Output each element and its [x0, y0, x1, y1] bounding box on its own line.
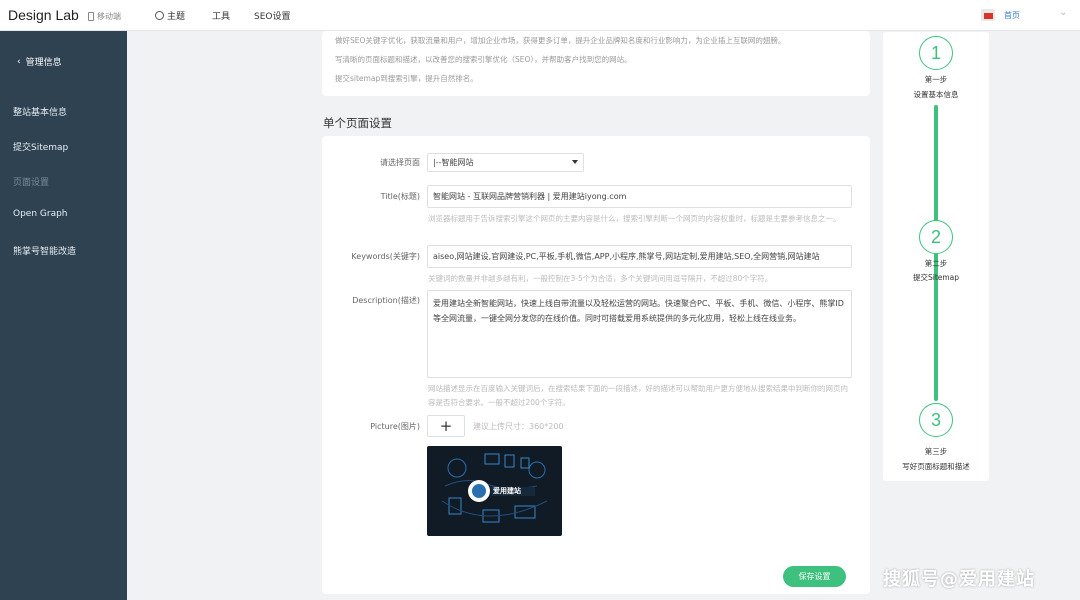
title-label: Title(标题) — [380, 192, 420, 201]
save-button[interactable]: 保存设置 — [783, 566, 846, 587]
chevron-down-icon[interactable]: ⌄ — [1059, 7, 1067, 18]
picture-label: Picture(图片) — [370, 422, 420, 431]
back-button[interactable]: ‹ 管理信息 — [17, 55, 62, 69]
nav-tools-label: 工具 — [212, 12, 231, 22]
keywords-label: Keywords(关键字) — [351, 252, 420, 261]
title-hint: 浏览器标题用于告诉搜索引擎这个网页的主要内容是什么，搜索引擎判断一个网页的内容权… — [428, 214, 841, 223]
preview-brand: 爱用建站 — [493, 487, 521, 495]
step-1-label: 第一步 — [924, 75, 948, 84]
intro-card: 做好SEO关键字优化，获取流量和用户，增加企业市场，获得更多订单，提升企业品牌知… — [322, 31, 870, 96]
nav-seo[interactable]: SEO设置 — [254, 9, 290, 22]
step-connector — [934, 105, 938, 222]
sidebar-item-open-graph[interactable]: Open Graph — [13, 209, 68, 219]
sidebar: ‹ 管理信息 整站基本信息 提交Sitemap 页面设置 Open Graph … — [0, 31, 127, 600]
nav-tools[interactable]: 工具 — [212, 9, 230, 22]
watermark: 搜狐号@爱用建站 — [883, 569, 1035, 590]
intro-line: 提交sitemap到搜索引擎，提升自然排名。 — [335, 74, 478, 83]
step-3-text: 写好页面标题和描述 — [902, 462, 970, 471]
intro-line: 写清晰的页面标题和描述，以改善您的搜索引擎优化（SEO），并帮助客户找到您的网站… — [335, 55, 632, 64]
step-2-circle: 2 — [919, 220, 953, 254]
chevron-left-icon: ‹ — [17, 56, 21, 67]
keywords-input[interactable]: aiseo,网站建设,官网建设,PC,平板,手机,微信,APP,小程序,熊掌号,… — [427, 245, 852, 268]
description-label: Description(描述) — [352, 296, 420, 305]
intro-line: 做好SEO关键字优化，获取流量和用户，增加企业市场，获得更多订单，提升企业品牌知… — [335, 36, 786, 45]
step-2-label: 第二步 — [924, 259, 948, 268]
preview-image[interactable]: 爱用建站 — [427, 446, 562, 536]
nav-seo-label: SEO设置 — [254, 12, 291, 22]
nav-theme-label: 主题 — [167, 12, 186, 22]
description-textarea[interactable]: 爱用建站全新智能网站，快速上线自带流量以及轻松运营的网站。快速聚合PC、平板、手… — [427, 290, 852, 378]
sidebar-item-xiongzhang[interactable]: 熊掌号智能改造 — [13, 244, 76, 257]
home-link[interactable]: 首页 — [1004, 10, 1020, 21]
palette-icon — [155, 11, 164, 20]
phone-icon — [88, 12, 94, 21]
mobile-toggle[interactable]: 移动端 — [88, 11, 121, 22]
page-select-value: |--智能网站 — [433, 158, 474, 167]
back-label: 管理信息 — [25, 58, 62, 68]
sidebar-item-sitemap[interactable]: 提交Sitemap — [13, 140, 68, 153]
title-input[interactable]: 智能网站 - 互联网品牌营销利器 | 爱用建站iyong.com — [427, 185, 852, 208]
page-select[interactable]: |--智能网站 — [427, 153, 584, 172]
top-bar: Design Lab 移动端 主题 工具 SEO设置 首页 ⌄ — [0, 0, 1080, 31]
page-select-label: 请选择页面 — [380, 158, 420, 167]
caret-down-icon — [572, 160, 578, 164]
step-1-circle: 1 — [919, 36, 953, 70]
upload-size-tip: 建议上传尺寸：360*200 — [473, 422, 564, 431]
flag-icon[interactable] — [981, 9, 995, 21]
sidebar-item-site-info[interactable]: 整站基本信息 — [13, 105, 67, 118]
sidebar-item-page-settings[interactable]: 页面设置 — [13, 175, 49, 188]
step-3-circle: 3 — [919, 403, 953, 437]
mobile-label: 移动端 — [97, 12, 121, 21]
description-hint: 网站描述显示在百度输入关键词后，在搜索结果下面的一段描述，好的描述可以帮助用户更… — [428, 384, 848, 407]
step-3-label: 第三步 — [924, 447, 948, 456]
step-1-text: 设置基本信息 — [913, 90, 959, 99]
step-2-text: 提交Sitemap — [912, 273, 960, 282]
upload-button[interactable]: + — [427, 415, 465, 437]
section-title: 单个页面设置 — [323, 116, 392, 130]
nav-theme[interactable]: 主题 — [155, 9, 185, 22]
brand-logo[interactable]: Design Lab — [8, 7, 79, 23]
keywords-hint: 关键词的数量并非越多越有利，一般控制在3-5个为合适，多个关键词间用逗号隔开，不… — [428, 274, 773, 283]
